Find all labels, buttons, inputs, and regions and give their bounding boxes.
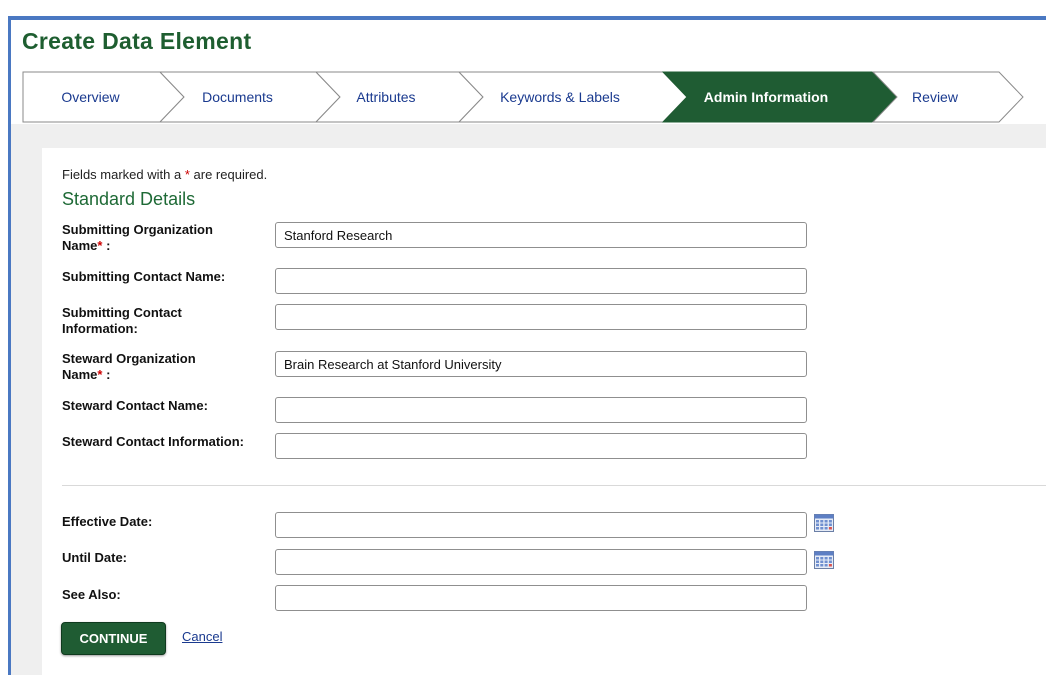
submitting-contact-info-input[interactable] [275, 304, 807, 330]
label-suffix: : [102, 367, 111, 382]
submitting-contact-info-label-line1: Submitting Contact [62, 305, 182, 320]
steward-contact-name-label: Steward Contact Name: [62, 398, 208, 413]
submitting-org-label-line1: Submitting Organization [62, 222, 213, 237]
steward-org-label-line1: Steward Organization [62, 351, 196, 366]
steward-org-label: Steward Organization Name* : [62, 351, 196, 383]
steward-contact-info-label: Steward Contact Information: [62, 434, 245, 449]
steward-org-label-line2: Name [62, 367, 98, 382]
continue-button[interactable]: CONTINUE [61, 622, 166, 655]
label-suffix: : [102, 238, 111, 253]
section-divider [62, 485, 1046, 486]
required-note-prefix: Fields marked with a [62, 167, 182, 182]
calendar-icon[interactable] [814, 514, 834, 532]
step-keywords-labels[interactable]: Keywords & Labels [480, 89, 640, 107]
required-star: * [184, 167, 190, 182]
wizard-steps: Overview Documents Attributes Keywords &… [0, 0, 1046, 130]
until-date-label: Until Date: [62, 550, 127, 565]
effective-date-input[interactable] [275, 512, 807, 538]
step-review[interactable]: Review [893, 89, 977, 107]
see-also-input[interactable] [275, 585, 807, 611]
steward-org-input[interactable] [275, 351, 807, 377]
until-date-input[interactable] [275, 549, 807, 575]
effective-date-label: Effective Date: [62, 514, 153, 529]
steward-contact-info-input[interactable] [275, 433, 807, 459]
section-title: Standard Details [62, 189, 196, 209]
submitting-contact-info-label-line2: Information: [62, 321, 138, 336]
submitting-contact-info-label: Submitting Contact Information: [62, 305, 182, 337]
submitting-org-input[interactable] [275, 222, 807, 248]
see-also-label: See Also: [62, 587, 121, 602]
step-attributes[interactable]: Attributes [336, 89, 436, 107]
required-note: Fields marked with a * are required. [62, 167, 267, 182]
steward-contact-name-input[interactable] [275, 397, 807, 423]
step-admin-information[interactable]: Admin Information [685, 89, 847, 107]
cancel-link[interactable]: Cancel [182, 629, 222, 644]
step-overview[interactable]: Overview [30, 89, 151, 107]
submitting-org-label-line2: Name [62, 238, 98, 253]
step-documents[interactable]: Documents [180, 89, 295, 107]
required-note-suffix: are required. [193, 167, 268, 182]
submitting-contact-name-label: Submitting Contact Name: [62, 269, 226, 284]
submitting-contact-name-input[interactable] [275, 268, 807, 294]
calendar-icon[interactable] [814, 551, 834, 569]
wizard-shapes [22, 71, 1024, 123]
submitting-org-label: Submitting Organization Name* : [62, 222, 213, 254]
